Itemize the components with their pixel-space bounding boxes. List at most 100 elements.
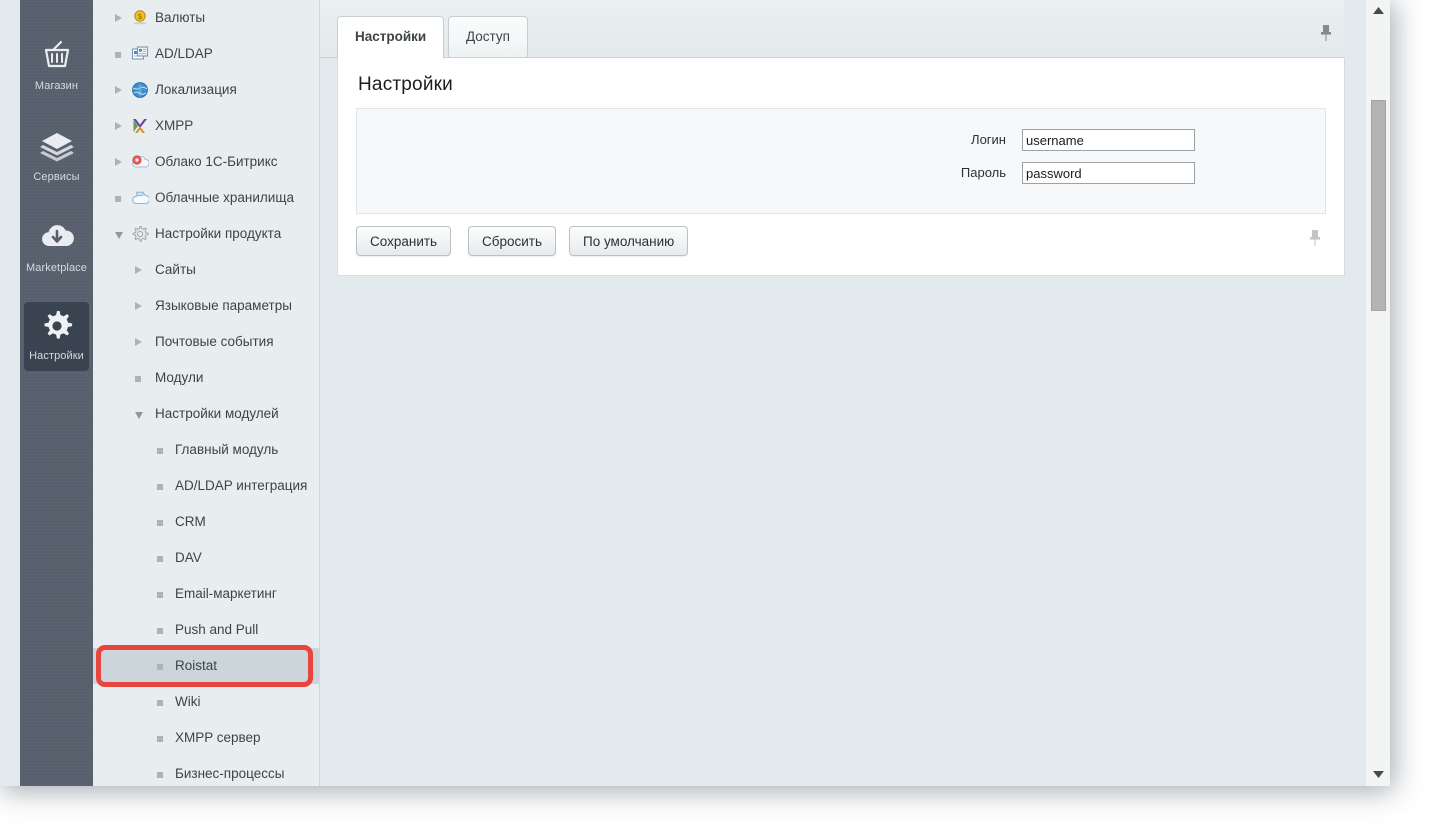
tree-item-1[interactable]: $ Валюты: [93, 0, 319, 36]
chevron-right-icon[interactable]: [115, 158, 122, 166]
chevron-right-icon[interactable]: [135, 266, 142, 274]
tree-item-label: Локализация: [155, 82, 237, 97]
bullet-icon: [157, 700, 163, 706]
bullet-icon: [157, 664, 163, 670]
xmpp-icon: [131, 117, 149, 135]
tab-label: Настройки: [355, 29, 427, 44]
tree-item-14[interactable]: AD/LDAP интеграция: [93, 468, 319, 504]
cloud-blue-icon: [131, 189, 149, 207]
reset-button[interactable]: Сбросить: [468, 226, 557, 256]
tree-item-label: Облако 1С-Битрикс: [155, 154, 278, 169]
pin-icon[interactable]: [1318, 23, 1334, 43]
gear-icon: [24, 309, 89, 347]
tree-item-11[interactable]: Модули: [93, 360, 319, 396]
form-button-bar: Сохранить Сбросить По умолчанию: [338, 214, 1344, 276]
bullet-icon: [157, 628, 163, 634]
tree-item-label: Языковые параметры: [155, 298, 292, 313]
main-work-area: Настройки Доступ Настройки Логин usernam…: [320, 0, 1390, 786]
tab-access[interactable]: Доступ: [448, 16, 528, 58]
basket-icon: [24, 39, 89, 77]
tree-item-label: Настройки модулей: [155, 406, 279, 421]
tree-item-2[interactable]: AD/LDAP: [93, 36, 319, 72]
tree-item-label: Модули: [155, 370, 204, 385]
save-button[interactable]: Сохранить: [356, 226, 452, 256]
tree-item-label: Главный модуль: [175, 442, 279, 457]
tree-item-20[interactable]: Wiki: [93, 684, 319, 720]
bullet-icon: [135, 376, 141, 382]
bullet-icon: [157, 736, 163, 742]
gear-gray-icon: [131, 225, 149, 243]
cloud-down-icon: [24, 221, 89, 259]
scroll-up-arrow-icon[interactable]: [1366, 0, 1390, 22]
screenshot-root: Магазин Сервисы Marketplace Настройки $ …: [0, 0, 1431, 833]
tree-item-label: Push and Pull: [175, 622, 259, 637]
tree-item-10[interactable]: Почтовые события: [93, 324, 319, 360]
chevron-down-icon[interactable]: [115, 232, 123, 239]
currency-icon: $: [131, 9, 149, 27]
tree-item-21[interactable]: XMPP сервер: [93, 720, 319, 756]
pin-icon[interactable]: [1307, 228, 1323, 248]
default-button[interactable]: По умолчанию: [569, 226, 689, 256]
tree-item-label: CRM: [175, 514, 206, 529]
vertical-scrollbar[interactable]: [1365, 0, 1390, 786]
tree-item-label: Облачные хранилища: [155, 190, 294, 205]
tab-label: Доступ: [466, 29, 510, 44]
tree-item-16[interactable]: DAV: [93, 540, 319, 576]
bullet-icon: [157, 484, 163, 490]
bullet-icon: [115, 52, 121, 58]
rail-item-marketplace[interactable]: Marketplace: [24, 214, 89, 283]
settings-content-panel: Настройки Логин Пароль Сохранить Сбросит…: [337, 58, 1345, 276]
tree-item-label: Roistat: [175, 658, 218, 673]
rail-item-label: Marketplace: [25, 262, 87, 274]
tree-item-18[interactable]: Push and Pull: [93, 612, 319, 648]
rail-item-services[interactable]: Сервисы: [24, 123, 89, 192]
scrollbar-thumb[interactable]: [1371, 100, 1386, 311]
tree-item-label: Бизнес-процессы: [175, 766, 285, 781]
cloud-red-icon: [131, 153, 149, 171]
tree-item-label: Настройки продукта: [155, 226, 282, 241]
tree-item-22[interactable]: Бизнес-процессы: [93, 756, 319, 786]
rail-item-settings[interactable]: Настройки: [24, 302, 89, 371]
page-title: Настройки: [358, 74, 453, 95]
bullet-icon: [157, 448, 163, 454]
tree-item-13[interactable]: Главный модуль: [93, 432, 319, 468]
chevron-down-icon[interactable]: [135, 412, 143, 419]
login-label: Логин: [971, 132, 1006, 147]
settings-tree-panel[interactable]: $ Валюты AD/LDAP Локализация XMPP Облако 1С-Б…: [93, 0, 320, 786]
tree-item-label: AD/LDAP: [155, 46, 213, 61]
chevron-right-icon[interactable]: [135, 338, 142, 346]
password-input[interactable]: [1022, 162, 1195, 184]
bullet-icon: [157, 592, 163, 598]
tree-item-3[interactable]: Локализация: [93, 72, 319, 108]
rail-item-label: Магазин: [34, 80, 79, 92]
tree-item-label: Сайты: [155, 262, 196, 277]
settings-tree-list: $ Валюты AD/LDAP Локализация XMPP Облако 1С-Б…: [93, 0, 319, 786]
chevron-right-icon[interactable]: [115, 86, 122, 94]
tree-item-15[interactable]: CRM: [93, 504, 319, 540]
application-viewport: Магазин Сервисы Marketplace Настройки $ …: [0, 0, 1390, 786]
tree-item-19[interactable]: Roistat: [93, 648, 319, 684]
tree-item-6[interactable]: Облачные хранилища: [93, 180, 319, 216]
main-navigation-rail: Магазин Сервисы Marketplace Настройки: [20, 0, 93, 786]
scroll-down-arrow-icon[interactable]: [1366, 764, 1390, 786]
bullet-icon: [157, 772, 163, 778]
credentials-form: Логин Пароль: [356, 108, 1326, 214]
tree-item-12[interactable]: Настройки модулей: [93, 396, 319, 432]
tree-item-5[interactable]: Облако 1С-Битрикс: [93, 144, 319, 180]
rail-item-label: Сервисы: [33, 171, 80, 183]
tree-item-17[interactable]: Email-маркетинг: [93, 576, 319, 612]
chevron-right-icon[interactable]: [115, 14, 122, 22]
tree-item-8[interactable]: Сайты: [93, 252, 319, 288]
login-input[interactable]: [1022, 129, 1195, 151]
chevron-right-icon[interactable]: [115, 122, 122, 130]
layers-icon: [24, 130, 89, 168]
chevron-right-icon[interactable]: [135, 302, 142, 310]
ldap-icon: [131, 45, 149, 63]
bullet-icon: [157, 556, 163, 562]
tree-item-7[interactable]: Настройки продукта: [93, 216, 319, 252]
tree-item-4[interactable]: XMPP: [93, 108, 319, 144]
tree-item-9[interactable]: Языковые параметры: [93, 288, 319, 324]
rail-item-shop[interactable]: Магазин: [24, 32, 89, 101]
tab-settings[interactable]: Настройки: [337, 16, 445, 59]
tree-item-label: Wiki: [175, 694, 201, 709]
